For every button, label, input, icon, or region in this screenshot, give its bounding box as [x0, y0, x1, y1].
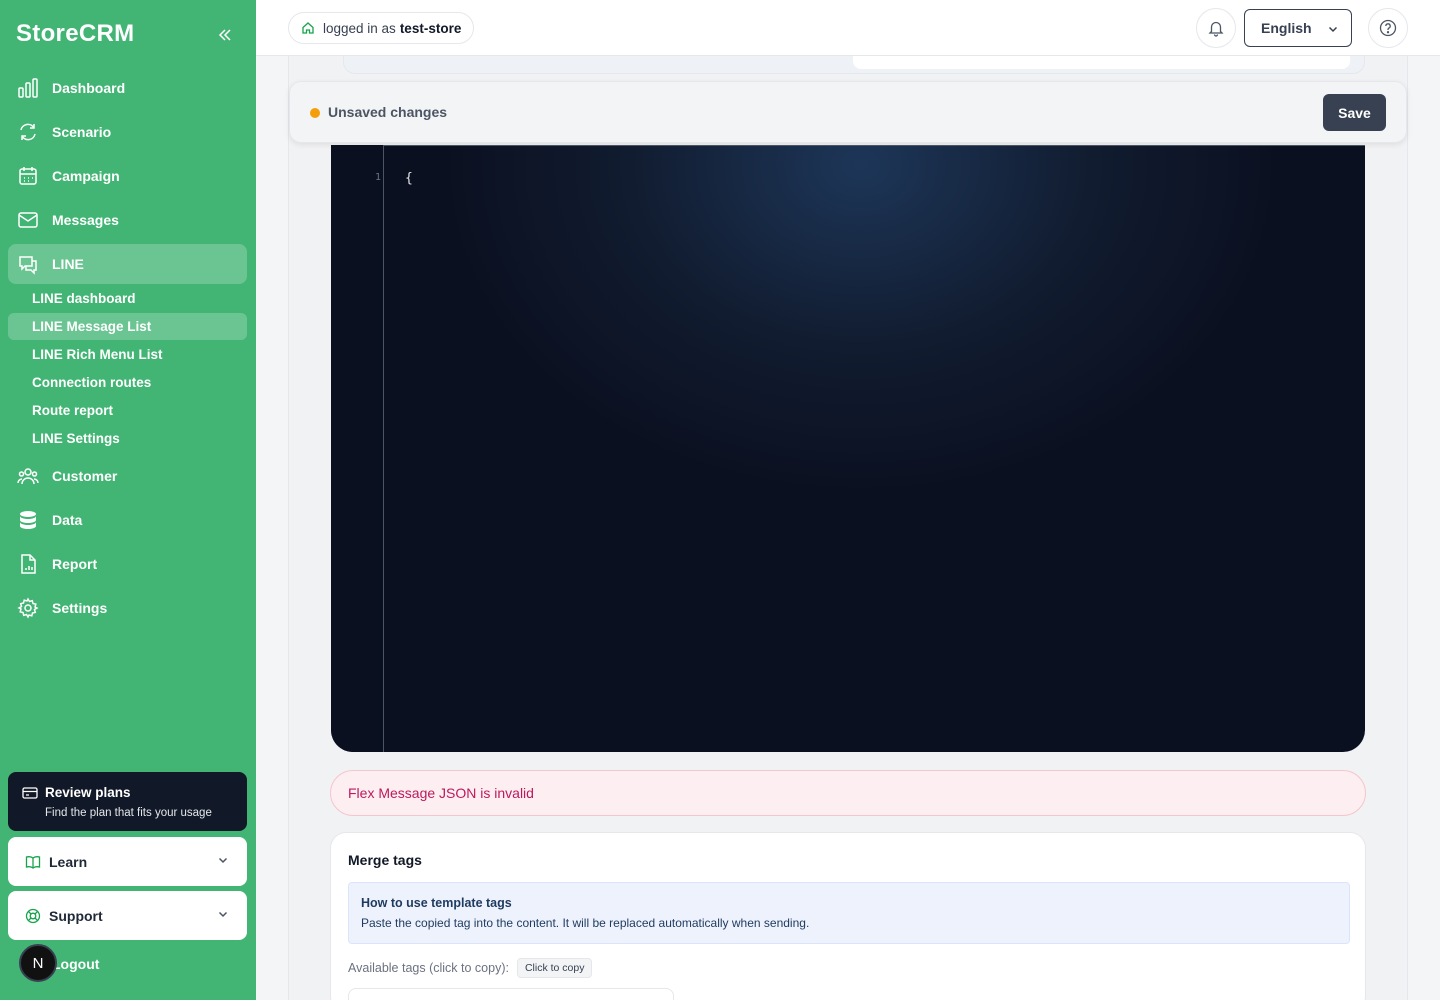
sidebar-subitem-line-rich-menu-list[interactable]: LINE Rich Menu List [8, 341, 247, 368]
json-error-alert: Flex Message JSON is invalid [330, 770, 1366, 816]
lifebuoy-icon [25, 908, 41, 924]
sidebar-item-report[interactable]: Report [8, 544, 247, 584]
learn-accordion[interactable]: Learn [8, 837, 247, 886]
sidebar-item-label: Customer [52, 468, 118, 484]
json-code-editor[interactable]: 1 { [331, 145, 1365, 752]
credit-card-icon [22, 786, 38, 805]
info-text: Paste the copied tag into the content. I… [361, 916, 810, 930]
review-plans-title: Review plans [45, 785, 131, 800]
book-icon [25, 854, 41, 870]
chevron-down-icon [218, 911, 228, 918]
brand-logo: StoreCRM [16, 20, 135, 47]
sidebar-item-label: Messages [52, 212, 119, 228]
avatar[interactable]: N [19, 944, 57, 982]
template-tags-info: How to use template tags Paste the copie… [348, 882, 1350, 944]
sidebar-item-label: Data [52, 512, 83, 528]
sidebar-item-label: Scenario [52, 124, 112, 140]
sidebar-item-label: LINE [52, 256, 84, 272]
calendar-icon [17, 165, 39, 187]
question-circle-icon [1379, 19, 1397, 37]
support-label: Support [49, 907, 103, 924]
chevron-down-icon [1328, 26, 1338, 33]
logged-in-prefix: logged in as [323, 20, 396, 36]
editor-top-border [384, 145, 1365, 146]
logout-link[interactable]: Logout [52, 956, 99, 972]
sidebar-item-label: Dashboard [52, 80, 126, 96]
bar-chart-icon [17, 77, 39, 99]
code-line[interactable]: { [405, 171, 413, 186]
unsaved-changes-bar: Unsaved changes Save [289, 81, 1407, 143]
sidebar-item-campaign[interactable]: Campaign [8, 156, 247, 196]
learn-label: Learn [49, 853, 88, 870]
language-select[interactable]: English [1244, 9, 1352, 47]
collapse-sidebar-button[interactable] [214, 24, 236, 46]
merge-tags-card: Merge tags How to use template tags Past… [330, 832, 1366, 1000]
sidebar-subitem-line-settings[interactable]: LINE Settings [8, 425, 247, 452]
database-icon [17, 509, 39, 531]
users-icon [17, 465, 39, 487]
previous-section-inner [853, 56, 1350, 69]
previous-section-edge [343, 56, 1365, 74]
sidebar-item-label: Report [52, 556, 98, 572]
sidebar-subitem-route-report[interactable]: Route report [8, 397, 247, 424]
line-number-gutter: 1 [331, 145, 384, 752]
chat-icon [17, 253, 39, 275]
info-title: How to use template tags [361, 896, 512, 910]
mail-icon [17, 209, 39, 231]
store-name: test-store [399, 20, 462, 36]
sidebar-item-settings[interactable]: Settings [8, 588, 247, 628]
refresh-icon [17, 121, 39, 143]
top-bar: logged in as test-store English [256, 0, 1440, 56]
sidebar-item-data[interactable]: Data [8, 500, 247, 540]
review-plans-subtitle: Find the plan that fits your usage [45, 807, 212, 819]
review-plans-card[interactable]: Review plans Find the plan that fits you… [8, 772, 247, 831]
home-icon [301, 21, 315, 35]
sidebar-subitem-line-dashboard[interactable]: LINE dashboard [8, 285, 247, 312]
sidebar-item-line[interactable]: LINE [8, 244, 247, 284]
save-button[interactable]: Save [1323, 94, 1386, 131]
document-chart-icon [17, 553, 39, 575]
merge-tags-title: Merge tags [348, 852, 422, 868]
unsaved-dot-indicator [310, 108, 320, 118]
sidebar-item-label: Settings [52, 600, 108, 616]
sidebar-subitem-line-message-list[interactable]: LINE Message List [8, 313, 247, 340]
available-tags-label: Available tags (click to copy): [348, 961, 509, 975]
sidebar: StoreCRM Dashboard Scenario Campaign Mes… [0, 0, 256, 1000]
double-chevron-left-icon [218, 29, 231, 41]
sidebar-item-dashboard[interactable]: Dashboard [8, 68, 247, 108]
sidebar-item-label: Campaign [52, 168, 120, 184]
notifications-button[interactable] [1196, 8, 1236, 48]
sidebar-item-messages[interactable]: Messages [8, 200, 247, 240]
chevron-down-icon [218, 857, 228, 864]
bell-icon [1208, 21, 1224, 37]
click-to-copy-chip[interactable]: Click to copy [516, 958, 593, 978]
unsaved-label: Unsaved changes [328, 104, 448, 120]
sidebar-item-scenario[interactable]: Scenario [8, 112, 247, 152]
language-value: English [1261, 20, 1312, 36]
gear-icon [17, 597, 39, 619]
tag-field[interactable] [348, 988, 674, 1000]
help-button[interactable] [1368, 8, 1408, 48]
line-number: 1 [374, 172, 381, 183]
sidebar-item-customer[interactable]: Customer [8, 456, 247, 496]
available-tags-row: Available tags (click to copy): Click to… [348, 958, 593, 978]
sidebar-subitem-connection-routes[interactable]: Connection routes [8, 369, 247, 396]
login-status-pill[interactable]: logged in as test-store [288, 12, 475, 44]
support-accordion[interactable]: Support [8, 891, 247, 940]
